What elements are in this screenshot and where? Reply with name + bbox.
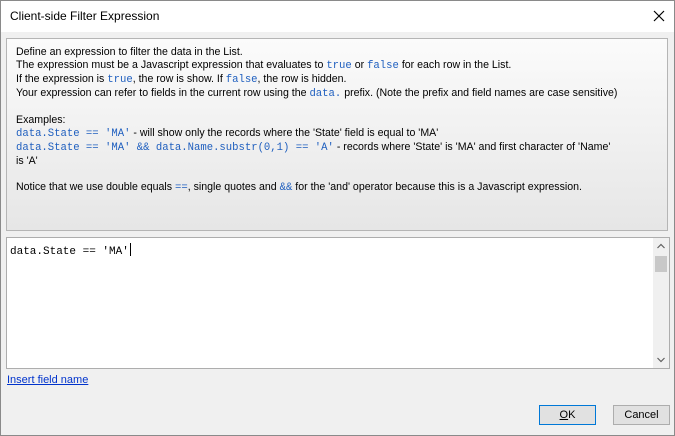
code-true: true — [326, 60, 352, 72]
vertical-scrollbar[interactable] — [653, 238, 669, 368]
code-true: true — [107, 74, 133, 86]
code-false: false — [367, 60, 399, 72]
dialog-window: Client-side Filter Expression Define an … — [0, 0, 675, 436]
dialog-title: Client-side Filter Expression — [10, 9, 160, 23]
example-1: data.State == 'MA' - will show only the … — [16, 127, 439, 140]
scroll-down-button[interactable] — [653, 352, 669, 368]
close-icon — [653, 10, 665, 22]
chevron-up-icon — [657, 243, 665, 249]
code-data-prefix: data. — [309, 88, 342, 100]
help-panel: Define an expression to filter the data … — [6, 38, 668, 231]
title-bar: Client-side Filter Expression — [1, 1, 674, 32]
notice-line: Notice that we use double equals ==, sin… — [16, 181, 582, 194]
scroll-up-button[interactable] — [653, 238, 669, 254]
example-2: data.State == 'MA' && data.Name.substr(0… — [16, 141, 611, 154]
chevron-down-icon — [657, 357, 665, 363]
help-line: Define an expression to filter the data … — [16, 46, 243, 58]
insert-field-name-link[interactable]: Insert field name — [7, 374, 88, 386]
help-line: If the expression is true, the row is sh… — [16, 73, 347, 86]
close-button[interactable] — [644, 1, 674, 31]
expression-text[interactable]: data.State == 'MA' — [10, 243, 131, 258]
expression-editor[interactable]: data.State == 'MA' — [6, 237, 670, 369]
example-2-cont: is 'A' — [16, 155, 38, 167]
scroll-thumb[interactable] — [655, 256, 667, 272]
text-caret — [129, 243, 131, 256]
ok-button[interactable]: OK — [539, 405, 596, 425]
examples-label: Examples: — [16, 114, 66, 126]
cancel-button[interactable]: Cancel — [613, 405, 670, 425]
code-false: false — [225, 74, 258, 86]
help-line: The expression must be a Javascript expr… — [16, 59, 512, 72]
help-line: Your expression can refer to fields in t… — [16, 87, 618, 100]
